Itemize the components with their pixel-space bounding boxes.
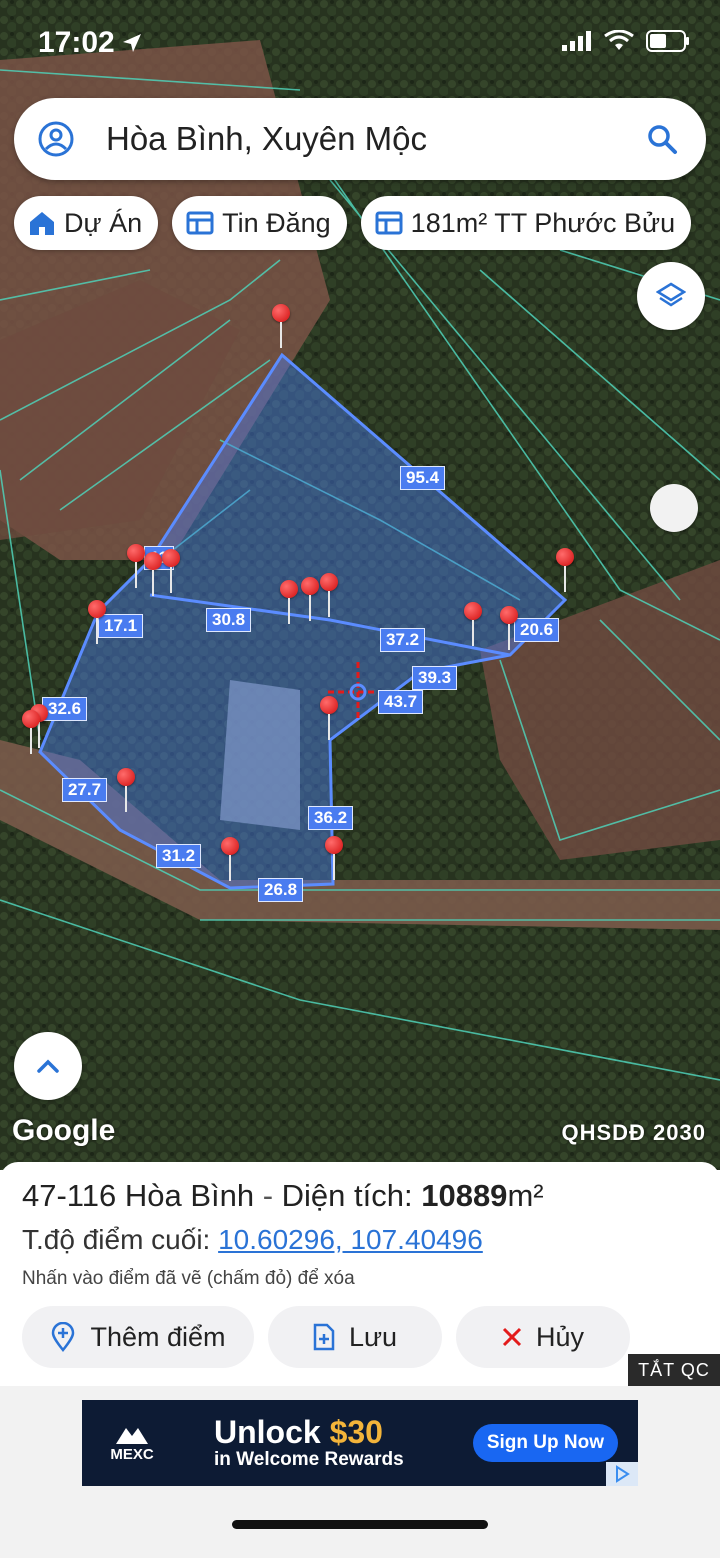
vertex-pin[interactable] — [22, 710, 40, 756]
chip-listing[interactable]: 181m² TT Phước Bửu — [360, 196, 692, 250]
add-location-icon — [52, 1322, 75, 1352]
edge-length-label: 95.4 — [400, 466, 446, 490]
expand-up-button[interactable] — [14, 1032, 82, 1100]
ad-amount: $30 — [329, 1414, 383, 1450]
save-button[interactable]: Lưu — [268, 1306, 442, 1368]
search-icon[interactable] — [646, 123, 678, 155]
chip-du-an[interactable]: Dự Án — [14, 196, 159, 250]
edge-length-label: 27.7 — [62, 778, 108, 802]
listing-icon — [186, 211, 214, 235]
search-input[interactable]: Hòa Bình, Xuyên Mộc — [106, 120, 646, 158]
area-label: Diện tích: — [281, 1178, 422, 1213]
edge-length-label: 20.6 — [514, 618, 560, 642]
chip-label: Dự Án — [64, 207, 143, 238]
vertex-pin[interactable] — [464, 602, 482, 648]
chip-label: Tin Đăng — [222, 207, 331, 238]
vertex-pin[interactable] — [280, 580, 298, 626]
vertex-pin[interactable] — [272, 304, 290, 350]
ad-subline: in Welcome Rewards — [214, 1449, 404, 1470]
search-bar[interactable]: Hòa Bình, Xuyên Mộc — [14, 98, 706, 180]
edge-length-label: 39.3 — [412, 666, 458, 690]
layer-name: QHSDĐ 2030 — [561, 1120, 706, 1145]
adchoices-icon[interactable] — [606, 1462, 638, 1486]
map-view[interactable]: 95.4 20.6 39.3 43.7 36.2 26.8 31.2 27.7 32.6 17.1… — [0, 0, 720, 1170]
save-label: Lưu — [348, 1321, 398, 1352]
google-attribution: Google — [12, 1114, 116, 1147]
clock: 17:02 — [38, 26, 143, 60]
title-separator: - — [254, 1178, 282, 1213]
vertex-pin[interactable] — [117, 768, 135, 814]
add-file-icon — [313, 1323, 335, 1351]
layers-button[interactable] — [637, 262, 705, 330]
edge-length-label: 31.2 — [156, 844, 202, 868]
coord-label: T.độ điểm cuối: — [22, 1224, 219, 1255]
mexc-logo: MEXC — [82, 1424, 182, 1463]
parcel-title: 47-116 Hòa Bình - Diện tích: 10889m² — [22, 1178, 544, 1214]
ad-headline: Unlock $30 — [214, 1415, 404, 1449]
edge-length-label: 36.2 — [308, 806, 354, 830]
parcel-id: 47-116 Hòa Bình — [22, 1178, 255, 1213]
status-bar: 17:02 — [0, 0, 720, 90]
mexc-logo-icon — [116, 1427, 148, 1444]
chip-tin-dang[interactable]: Tin Đăng — [172, 196, 347, 250]
edge-length-label: 37.2 — [380, 628, 426, 652]
area-value: 10889 — [421, 1178, 508, 1213]
vertex-pin[interactable] — [221, 837, 239, 883]
hint-text: Nhấn vào điểm đã vẽ (chấm đỏ) để xóa — [22, 1268, 355, 1289]
action-bar: Thêm điểm Lưu Hủy — [22, 1306, 630, 1368]
chevron-up-icon — [37, 1059, 59, 1073]
ad-banner[interactable]: MEXC Unlock $30 in Welcome Rewards Sign … — [82, 1400, 638, 1486]
ad-brand: MEXC — [110, 1445, 154, 1463]
coord-link[interactable]: 10.60296, 107.40496 — [218, 1224, 483, 1255]
add-point-label: Thêm điểm — [90, 1321, 226, 1352]
signal-icon — [562, 31, 591, 51]
ad-cta-button[interactable]: Sign Up Now — [472, 1424, 618, 1462]
edge-length-label: 30.8 — [206, 608, 252, 632]
vertex-pin[interactable] — [88, 600, 106, 646]
layers-icon — [656, 282, 686, 307]
cancel-label: Hủy — [535, 1321, 584, 1352]
user-icon[interactable] — [38, 121, 74, 157]
edge-length-label: 26.8 — [258, 878, 304, 902]
vertex-pin[interactable] — [556, 548, 574, 594]
area-unit: m² — [507, 1178, 544, 1213]
home-indicator[interactable] — [232, 1520, 488, 1529]
chip-label: 181m² TT Phước Bửu — [410, 207, 676, 238]
status-time: 17:02 — [38, 26, 115, 59]
last-point-coordinates: T.độ điểm cuối: 10.60296, 107.40496 — [22, 1224, 483, 1256]
battery-icon — [646, 30, 689, 52]
cancel-button[interactable]: Hủy — [456, 1306, 630, 1368]
edge-length-label: 43.7 — [378, 690, 424, 714]
close-icon — [502, 1327, 522, 1347]
ad-area: MEXC Unlock $30 in Welcome Rewards Sign … — [0, 1386, 720, 1558]
filter-chips: Dự Án Tin Đăng 181m² TT Phước Bửu — [14, 196, 692, 250]
vertex-pin[interactable] — [144, 552, 162, 598]
edge-length-label: 32.6 — [42, 697, 88, 721]
vertex-pin[interactable] — [500, 606, 518, 652]
hide-ads-button[interactable]: TẮT QC — [628, 1354, 720, 1386]
vertex-pin[interactable] — [301, 577, 319, 623]
vertex-pin[interactable] — [162, 549, 180, 595]
home-icon — [30, 212, 54, 235]
floating-handle[interactable] — [650, 484, 698, 532]
vertex-pin[interactable] — [320, 696, 338, 742]
vertex-pin[interactable] — [127, 544, 145, 590]
vertex-pin[interactable] — [325, 836, 343, 882]
listing-icon — [375, 211, 403, 235]
info-sheet: 47-116 Hòa Bình - Diện tích: 10889m² T.đ… — [0, 1162, 720, 1386]
ad-headline-text: Unlock — [214, 1414, 330, 1450]
wifi-icon — [604, 30, 634, 50]
vertex-pin[interactable] — [320, 573, 338, 619]
add-point-button[interactable]: Thêm điểm — [22, 1306, 254, 1368]
location-arrow-icon — [122, 34, 141, 52]
